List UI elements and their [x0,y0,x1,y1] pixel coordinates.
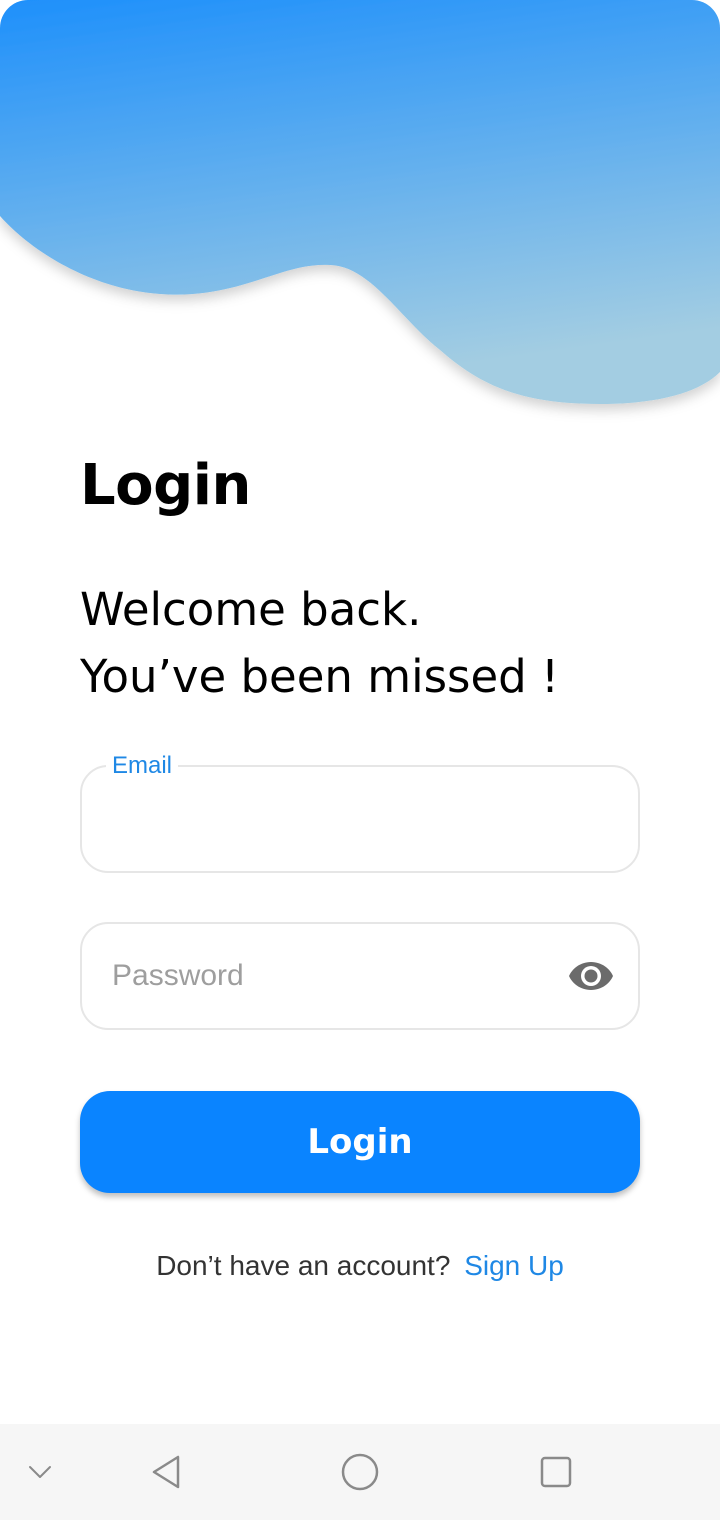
welcome-line-1: Welcome back. [80,583,422,636]
password-input[interactable] [112,924,552,1028]
back-triangle-icon[interactable] [140,1424,188,1520]
recents-square-icon[interactable] [532,1424,580,1520]
sign-up-link[interactable]: Sign Up [464,1250,564,1281]
welcome-line-2: You’ve been missed ! [80,650,560,703]
signup-prompt: Don’t have an account? Sign Up [0,1246,720,1286]
chevron-down-icon[interactable] [20,1424,60,1520]
signup-prompt-text: Don’t have an account? [156,1250,451,1281]
system-navigation-bar [0,1424,720,1520]
email-field[interactable]: Email [80,754,640,873]
password-field[interactable] [80,922,640,1030]
eye-icon[interactable] [568,956,614,996]
home-circle-icon[interactable] [336,1424,384,1520]
page-title: Login [80,453,251,518]
login-button[interactable]: Login [80,1091,640,1193]
login-screen: Login Welcome back. You’ve been missed !… [0,0,720,1424]
header-wave-decoration [0,0,720,404]
welcome-message: Welcome back. You’ve been missed ! [80,576,680,710]
email-input[interactable] [112,767,552,871]
